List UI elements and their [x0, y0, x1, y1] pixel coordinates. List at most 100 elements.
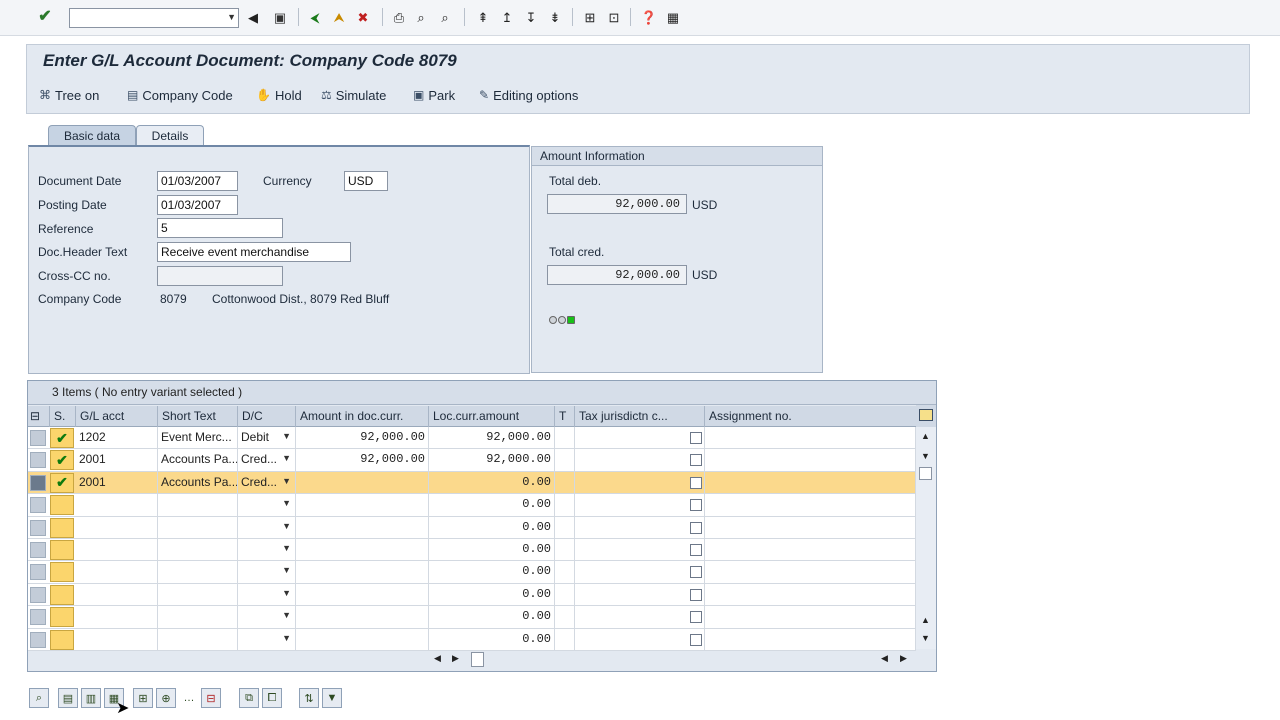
previous-page-icon[interactable]: ↥: [498, 8, 516, 26]
gl-account-cell[interactable]: [76, 539, 158, 561]
checkbox[interactable]: [690, 588, 702, 601]
help-icon[interactable]: ❓: [640, 8, 658, 26]
amount-loc-cell[interactable]: 92,000.00: [429, 427, 555, 449]
table-row[interactable]: ✔ 1202 Event Merc... Debit ▼ 92,000.00 92,000.…: [28, 427, 916, 450]
row-selector[interactable]: [30, 430, 46, 446]
short-text-cell[interactable]: [158, 539, 238, 561]
row-selector[interactable]: [30, 452, 46, 469]
table-row[interactable]: ✔ 2001 Accounts Pa... Cred... ▼ 92,000.00 92,0…: [28, 449, 916, 472]
tax-cell[interactable]: [555, 494, 575, 516]
tax-cell[interactable]: [555, 583, 575, 606]
table-row[interactable]: ▼ 0.00: [28, 494, 916, 517]
tax-cell[interactable]: [555, 539, 575, 561]
gl-account-cell[interactable]: 2001: [76, 449, 158, 471]
horizontal-scrollbar[interactable]: ◀ ▶ ◀ ▶: [28, 651, 936, 671]
details-icon[interactable]: ⌕: [29, 688, 49, 708]
command-field[interactable]: ▼: [69, 8, 239, 28]
table-row[interactable]: ▼ 0.00: [28, 539, 916, 562]
checkbox[interactable]: [690, 499, 702, 512]
col-tax[interactable]: T: [555, 406, 575, 427]
posting-date-field[interactable]: [157, 195, 238, 215]
chevron-down-icon[interactable]: ▼: [282, 565, 291, 575]
cancel-icon[interactable]: ✖: [354, 8, 372, 26]
short-text-cell[interactable]: [158, 494, 238, 516]
scroll-thumb[interactable]: [919, 467, 932, 480]
gl-account-cell[interactable]: [76, 494, 158, 516]
first-page-icon[interactable]: ⇞: [474, 8, 492, 26]
column-config-icon[interactable]: [916, 405, 936, 427]
row-selector[interactable]: [30, 609, 46, 626]
amount-doc-cell[interactable]: [296, 516, 429, 538]
gl-account-cell[interactable]: [76, 516, 158, 538]
col-tax-jurisdiction[interactable]: Tax jurisdictn c...: [575, 406, 705, 427]
assignment-cell[interactable]: [705, 449, 916, 471]
amount-doc-cell[interactable]: [296, 561, 429, 583]
amount-doc-cell[interactable]: 92,000.00: [296, 427, 429, 449]
amount-doc-cell[interactable]: [296, 628, 429, 650]
col-gl-account[interactable]: G/L acct: [76, 406, 158, 427]
layout-menu-icon[interactable]: ▦: [664, 8, 682, 26]
tax-jurisdiction-cell[interactable]: [575, 427, 705, 449]
editing-options-button[interactable]: ✎ Editing options: [479, 85, 578, 105]
last-page-icon[interactable]: ⇟: [546, 8, 564, 26]
scroll-up-icon[interactable]: ▲: [921, 615, 930, 625]
enter-check-icon[interactable]: ✔: [36, 8, 54, 26]
amount-loc-cell[interactable]: 0.00: [429, 606, 555, 628]
hold-button[interactable]: ✋ Hold: [256, 85, 302, 105]
scroll-right-icon[interactable]: ▶: [900, 653, 907, 664]
amount-doc-cell[interactable]: [296, 494, 429, 516]
amount-loc-cell[interactable]: 92,000.00: [429, 449, 555, 471]
short-text-cell[interactable]: Event Merc...: [158, 427, 238, 449]
table-row[interactable]: ▼ 0.00: [28, 583, 916, 607]
tree-on-button[interactable]: ⌘ Tree on: [39, 85, 99, 105]
assignment-cell[interactable]: [705, 471, 916, 494]
dc-cell[interactable]: ▼: [238, 494, 296, 516]
copy-row-icon[interactable]: ⊕: [156, 688, 176, 708]
col-status[interactable]: S.: [50, 406, 76, 427]
assignment-cell[interactable]: [705, 539, 916, 561]
scroll-down-icon[interactable]: ▼: [921, 633, 930, 643]
tax-cell[interactable]: [555, 606, 575, 628]
select-all-icon[interactable]: ▤: [58, 688, 78, 708]
checkbox[interactable]: [690, 454, 702, 467]
scroll-left-icon[interactable]: ◀: [881, 653, 888, 664]
row-selector[interactable]: [30, 519, 46, 536]
short-text-cell[interactable]: [158, 628, 238, 650]
reference-field[interactable]: [157, 218, 283, 238]
col-amount-loc[interactable]: Loc.curr.amount: [429, 406, 555, 427]
paste-icon[interactable]: ⧠: [262, 688, 282, 708]
chevron-down-icon[interactable]: ▼: [282, 521, 291, 531]
amount-loc-cell[interactable]: 0.00: [429, 628, 555, 650]
checkbox[interactable]: [690, 544, 702, 556]
tax-jurisdiction-cell[interactable]: [575, 606, 705, 628]
short-text-cell[interactable]: Accounts Pa...: [158, 471, 238, 494]
short-text-cell[interactable]: [158, 583, 238, 606]
col-short-text[interactable]: Short Text: [158, 406, 238, 427]
tax-jurisdiction-cell[interactable]: [575, 583, 705, 606]
dc-cell[interactable]: Cred... ▼: [238, 449, 296, 471]
header-text-field[interactable]: [157, 242, 351, 262]
table-row[interactable]: ▼ 0.00: [28, 561, 916, 584]
chevron-down-icon[interactable]: ▼: [282, 633, 291, 643]
row-selector[interactable]: [30, 497, 46, 514]
dc-cell[interactable]: Cred... ▼: [238, 471, 296, 494]
amount-doc-cell[interactable]: [296, 583, 429, 606]
gl-account-cell[interactable]: [76, 583, 158, 606]
select-block-icon[interactable]: ▥: [81, 688, 101, 708]
col-assignment[interactable]: Assignment no.: [705, 406, 916, 427]
gl-account-cell[interactable]: [76, 561, 158, 583]
checkbox[interactable]: [690, 476, 702, 489]
amount-loc-cell[interactable]: 0.00: [429, 583, 555, 606]
table-row[interactable]: ▼ 0.00: [28, 628, 916, 651]
tax-cell[interactable]: [555, 427, 575, 449]
amount-doc-cell[interactable]: 92,000.00: [296, 449, 429, 471]
checkbox[interactable]: [690, 521, 702, 534]
simulate-button[interactable]: ⚖ Simulate: [321, 85, 386, 105]
chevron-down-icon[interactable]: ▼: [282, 610, 291, 620]
print-icon[interactable]: ⎙: [390, 8, 408, 26]
filter-icon[interactable]: ▼: [322, 688, 342, 708]
amount-doc-cell[interactable]: [296, 471, 429, 494]
shortcut-icon[interactable]: ⊡: [605, 8, 623, 26]
cross-cc-field[interactable]: [157, 266, 283, 286]
tax-jurisdiction-cell[interactable]: [575, 539, 705, 561]
